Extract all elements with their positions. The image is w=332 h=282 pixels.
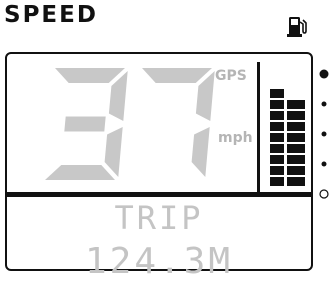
lcd-display: GPS mph TRIP 124.3M [5, 52, 313, 280]
page-dot-0[interactable] [319, 69, 329, 79]
bargraph-cell-2-1 [287, 155, 305, 164]
signal-bargraph [270, 89, 305, 186]
trip-label: TRIP [114, 199, 204, 237]
page-dot-1[interactable] [321, 101, 327, 107]
page-dot-2[interactable] [321, 131, 327, 137]
bargraph-cell-4-1 [287, 133, 305, 142]
bargraph-cell-4-0 [270, 133, 284, 142]
bargraph-cell-0-0 [270, 177, 284, 186]
screen-title: SPEED [4, 2, 98, 28]
page-dot-3[interactable] [321, 161, 327, 167]
bargraph-cell-8-0 [270, 89, 284, 98]
fuel-pump-icon [287, 17, 307, 37]
bargraph-cell-3-0 [270, 144, 284, 153]
bargraph-cell-7-1 [287, 100, 305, 109]
page-indicators[interactable] [318, 68, 332, 208]
bargraph-cell-6-0 [270, 111, 284, 120]
bargraph-cell-1-1 [287, 166, 305, 175]
bargraph-cell-3-1 [287, 144, 305, 153]
bargraph-cell-5-1 [287, 122, 305, 131]
page-dot-4[interactable] [319, 189, 329, 199]
trip-value: 124.3M [84, 241, 234, 282]
bargraph-cell-5-0 [270, 122, 284, 131]
bargraph-cell-7-0 [270, 100, 284, 109]
bargraph-cell-0-1 [287, 177, 305, 186]
display-divider [7, 192, 311, 197]
bargraph-cell-1-0 [270, 166, 284, 175]
bargraph-cell-6-1 [287, 111, 305, 120]
bargraph-cell-2-0 [270, 155, 284, 164]
